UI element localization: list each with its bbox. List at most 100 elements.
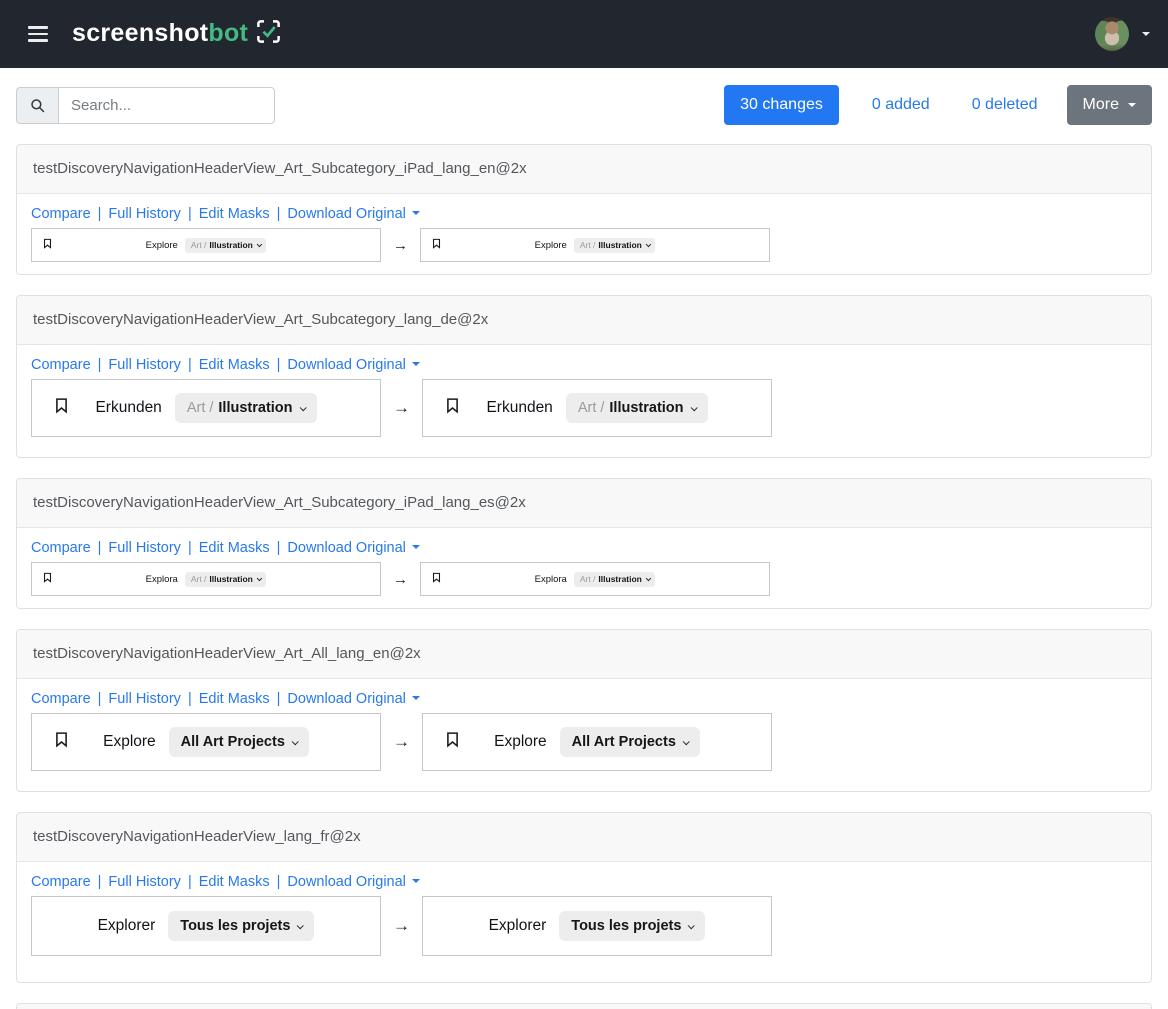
card-title: testDiscoveryNavigationHeaderView_iPad_l… <box>17 1004 1151 1009</box>
chevron-down-icon <box>412 696 420 700</box>
compare-link[interactable]: Compare <box>31 691 91 707</box>
brand-logo[interactable]: screenshotbot <box>72 18 282 50</box>
edit-masks-link[interactable]: Edit Masks <box>199 540 270 556</box>
arrow-right-icon: → <box>393 916 410 936</box>
bookmark-icon <box>42 570 53 588</box>
category-pill: Art /Illustration <box>175 393 317 423</box>
category-pill: Art /Illustration <box>574 572 656 587</box>
chevron-down-icon <box>683 738 690 745</box>
chevron-down-icon[interactable] <box>1142 32 1150 36</box>
explore-label: Explorer <box>98 917 156 935</box>
card-actions: Compare|Full History|Edit Masks|Download… <box>31 538 1137 558</box>
chevron-down-icon <box>688 922 695 929</box>
deleted-link[interactable]: 0 deleted <box>972 96 1038 114</box>
chevron-down-icon <box>1128 103 1136 107</box>
search-input[interactable] <box>58 87 275 124</box>
explore-label: Erkunden <box>95 399 161 417</box>
full-history-link[interactable]: Full History <box>108 540 181 556</box>
card-actions: Compare|Full History|Edit Masks|Download… <box>31 872 1137 892</box>
edit-masks-link[interactable]: Edit Masks <box>199 691 270 707</box>
compare-link[interactable]: Compare <box>31 540 91 556</box>
download-original-link[interactable]: Download Original <box>287 691 419 707</box>
more-button[interactable]: More <box>1067 85 1152 125</box>
full-history-link[interactable]: Full History <box>108 206 181 222</box>
category-pill: Art /Illustration <box>566 393 708 423</box>
category-pill: All Art Projects <box>169 727 309 757</box>
category-pill: Tous les projets <box>168 911 314 941</box>
search-icon <box>16 87 58 124</box>
added-link[interactable]: 0 added <box>872 96 930 114</box>
screenshot-before[interactable]: Erkunden Art /Illustration <box>31 379 381 437</box>
chevron-down-icon <box>257 242 262 247</box>
navbar: screenshotbot <box>0 0 1168 68</box>
explore-label: Explore <box>494 733 547 751</box>
edit-masks-link[interactable]: Edit Masks <box>199 206 270 222</box>
edit-masks-link[interactable]: Edit Masks <box>199 357 270 373</box>
explore-label: Explora <box>535 574 567 585</box>
change-card: testDiscoveryNavigationHeaderView_lang_f… <box>16 812 1152 983</box>
bookmark-icon <box>431 570 442 588</box>
arrow-right-icon: → <box>393 237 408 254</box>
download-original-link[interactable]: Download Original <box>287 874 419 890</box>
chevron-down-icon <box>646 242 651 247</box>
compare-link[interactable]: Compare <box>31 206 91 222</box>
category-pill: Art /Illustration <box>185 238 267 253</box>
bookmark-icon <box>431 236 442 254</box>
download-original-link[interactable]: Download Original <box>287 540 419 556</box>
avatar[interactable] <box>1095 17 1129 51</box>
change-card: testDiscoveryNavigationHeaderView_Art_Su… <box>16 295 1152 458</box>
explore-label: Explorer <box>489 917 547 935</box>
compare-link[interactable]: Compare <box>31 874 91 890</box>
chevron-down-icon <box>646 576 651 581</box>
brand-name: screenshotbot <box>72 19 248 48</box>
full-history-link[interactable]: Full History <box>108 874 181 890</box>
screenshot-after[interactable]: Explore All Art Projects <box>422 713 772 771</box>
arrow-right-icon: → <box>393 398 410 418</box>
screenshot-before[interactable]: Explorer Tous les projets <box>31 896 381 956</box>
explore-label: Erkunden <box>486 399 552 417</box>
category-pill: Art /Illustration <box>574 238 656 253</box>
chevron-down-icon <box>690 404 697 411</box>
menu-icon[interactable] <box>20 16 56 51</box>
chevron-down-icon <box>297 922 304 929</box>
screenshot-after[interactable]: Explorer Tous les projets <box>422 896 772 956</box>
screenshot-after[interactable]: Erkunden Art /Illustration <box>422 379 772 437</box>
screenshot-before[interactable]: Explora Art /Illustration <box>31 562 381 596</box>
search-group <box>16 87 275 124</box>
card-title: testDiscoveryNavigationHeaderView_lang_f… <box>17 813 1151 862</box>
screenshot-before[interactable]: Explore Art /Illustration <box>31 228 381 262</box>
card-actions: Compare|Full History|Edit Masks|Download… <box>31 204 1137 224</box>
category-pill: Tous les projets <box>559 911 705 941</box>
chevron-down-icon <box>412 362 420 366</box>
arrow-right-icon: → <box>393 732 410 752</box>
arrow-right-icon: → <box>393 571 408 588</box>
explore-label: Explore <box>103 733 156 751</box>
chevron-down-icon <box>412 545 420 549</box>
card-actions: Compare|Full History|Edit Masks|Download… <box>31 355 1137 375</box>
edit-masks-link[interactable]: Edit Masks <box>199 874 270 890</box>
card-actions: Compare|Full History|Edit Masks|Download… <box>31 689 1137 709</box>
full-history-link[interactable]: Full History <box>108 357 181 373</box>
screenshot-after[interactable]: Explore Art /Illustration <box>420 228 770 262</box>
change-card: testDiscoveryNavigationHeaderView_Art_Al… <box>16 629 1152 792</box>
compare-link[interactable]: Compare <box>31 357 91 373</box>
card-title: testDiscoveryNavigationHeaderView_Art_Su… <box>17 145 1151 194</box>
changes-button[interactable]: 30 changes <box>724 85 839 125</box>
category-pill: All Art Projects <box>560 727 700 757</box>
download-original-link[interactable]: Download Original <box>287 357 419 373</box>
explore-label: Explora <box>146 574 178 585</box>
screenshot-after[interactable]: Explora Art /Illustration <box>420 562 770 596</box>
card-title: testDiscoveryNavigationHeaderView_Art_Al… <box>17 630 1151 679</box>
bookmark-icon <box>444 397 461 420</box>
full-history-link[interactable]: Full History <box>108 691 181 707</box>
change-card: testDiscoveryNavigationHeaderView_Art_Su… <box>16 478 1152 609</box>
more-button-label: More <box>1083 94 1119 116</box>
category-pill: Art /Illustration <box>185 572 267 587</box>
chevron-down-icon <box>412 879 420 883</box>
bookmark-icon <box>53 397 70 420</box>
screenshot-before[interactable]: Explore All Art Projects <box>31 713 381 771</box>
change-card: testDiscoveryNavigationHeaderView_Art_Su… <box>16 144 1152 275</box>
download-original-link[interactable]: Download Original <box>287 206 419 222</box>
toolbar: 30 changes 0 added 0 deleted More <box>16 85 1152 125</box>
bookmark-icon <box>444 731 461 754</box>
